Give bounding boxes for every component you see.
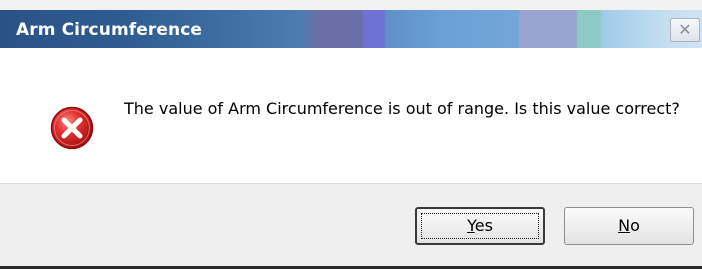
close-icon: ✕	[678, 20, 692, 39]
yes-button[interactable]: Yes	[415, 207, 545, 245]
error-icon	[50, 106, 94, 150]
no-button[interactable]: No	[564, 207, 694, 245]
dialog-message: The value of Arm Circumference is out of…	[124, 99, 680, 118]
window-top-edge	[0, 0, 702, 10]
close-button[interactable]: ✕	[670, 18, 700, 42]
message-dialog: Arm Circumference ✕ The value of Arm Cir…	[0, 0, 702, 269]
window-title: Arm Circumference	[16, 20, 203, 40]
title-bar[interactable]: Arm Circumference ✕	[0, 0, 702, 48]
button-bar: Yes No	[0, 183, 702, 269]
no-button-label: No	[618, 216, 640, 235]
focus-ring	[421, 213, 539, 239]
